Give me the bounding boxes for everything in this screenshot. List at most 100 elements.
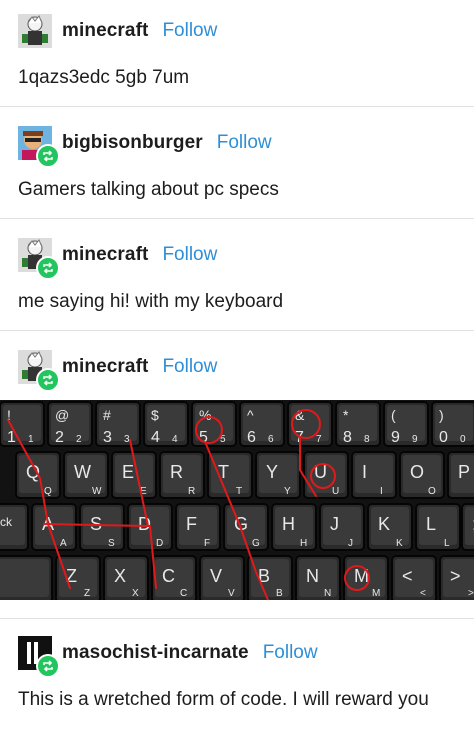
key-label: N	[306, 566, 319, 586]
key-label: 8	[343, 429, 352, 446]
divider	[0, 218, 474, 219]
key-x: XX	[103, 555, 149, 603]
key-label: D	[138, 514, 151, 534]
key-label: 7	[316, 434, 322, 445]
avatar[interactable]	[18, 126, 60, 168]
divider	[0, 330, 474, 331]
key-v: VV	[199, 555, 245, 603]
post-header: minecraft Follow	[18, 350, 217, 392]
key-label: @	[55, 407, 69, 423]
key-label: H	[300, 538, 307, 549]
key-label: *	[343, 407, 349, 423]
key-k: KK	[367, 503, 413, 551]
key-label: M	[354, 566, 369, 586]
key-label: 1	[28, 434, 34, 445]
post-text: This is a wretched form of code. I will …	[18, 689, 429, 710]
key-label: L	[426, 514, 436, 534]
key-label: N	[324, 588, 331, 599]
key-label: T	[236, 486, 242, 497]
follow-button[interactable]: Follow	[263, 642, 318, 664]
key-label: F	[204, 538, 210, 549]
key-label: 8	[364, 434, 370, 445]
key-label: C	[180, 588, 187, 599]
key-label: 6	[247, 429, 256, 446]
key-label: F	[186, 514, 197, 534]
key-7: &7 7	[287, 401, 333, 447]
keyboard-image: !1 1@2 2#3 3$4 4%5 5^6 6&7 7*8 8(9 9)0 0QQWWEERRTT…	[0, 401, 474, 603]
key-3: #3 3	[95, 401, 141, 447]
key-w: WW	[63, 451, 109, 499]
key-p: PP	[447, 451, 474, 499]
avatar[interactable]	[18, 14, 52, 48]
key-6: ^ 6 6	[239, 401, 285, 447]
key-label: W	[92, 486, 102, 497]
key-label: 0	[439, 429, 448, 446]
follow-button[interactable]: Follow	[162, 20, 217, 42]
key-comma: <<	[391, 555, 437, 603]
avatar[interactable]	[18, 238, 60, 280]
reblog-icon	[36, 654, 60, 678]
key-semicolon: ;;	[461, 503, 474, 551]
key-s: SS	[79, 503, 125, 551]
divider	[0, 106, 474, 107]
key-label: Y	[266, 462, 278, 482]
divider	[0, 618, 474, 619]
username[interactable]: minecraft	[62, 20, 148, 42]
key-m: MM	[343, 555, 389, 603]
key-label: 2	[55, 429, 64, 446]
reblog-icon	[36, 368, 60, 392]
key-period: > >	[439, 555, 474, 603]
post-text: Gamers talking about pc specs	[18, 179, 279, 200]
key-label: H	[282, 514, 295, 534]
avatar[interactable]	[18, 350, 60, 392]
key-label: V	[210, 566, 222, 586]
key-label: L	[444, 538, 450, 549]
key-label: >	[468, 588, 474, 599]
follow-button[interactable]: Follow	[162, 244, 217, 266]
key-label: 4	[172, 434, 178, 445]
key-label: D	[156, 538, 163, 549]
key-shift	[0, 555, 53, 603]
key-label: M	[372, 588, 380, 599]
key-f: FF	[175, 503, 221, 551]
key-label: ^	[247, 407, 254, 423]
key-r: RR	[159, 451, 205, 499]
key-8: * 8 8	[335, 401, 381, 447]
key-label: O	[428, 486, 436, 497]
key-4: $4 4	[143, 401, 189, 447]
username[interactable]: minecraft	[62, 244, 148, 266]
key-label: 3	[124, 434, 130, 445]
key-label: I	[380, 486, 383, 497]
avatar[interactable]	[18, 636, 60, 678]
key-label: <	[420, 588, 426, 599]
key-label: Q	[44, 486, 52, 497]
key-1: !1 1	[0, 401, 45, 447]
follow-button[interactable]: Follow	[162, 356, 217, 378]
key-label: 6	[268, 434, 274, 445]
username[interactable]: bigbisonburger	[62, 132, 203, 154]
follow-button[interactable]: Follow	[217, 132, 272, 154]
key-label: 9	[412, 434, 418, 445]
key-label: S	[108, 538, 115, 549]
key-l: LL	[415, 503, 461, 551]
keyboard-photo: ! 1 1 @2 2 #3 3 $4 4% 5 5 ^ 6 6 & 7 7 * 8 8(9 9) 0 0 Q Q W W E E R R T T…	[0, 400, 474, 603]
key-b: BB	[247, 555, 293, 603]
key-label: X	[114, 566, 126, 586]
key-label: #	[103, 407, 111, 423]
post-header: bigbisonburger Follow	[18, 126, 272, 168]
key-label: V	[228, 588, 235, 599]
key-label: G	[252, 538, 260, 549]
key-label: >	[450, 566, 461, 586]
key-label: 2	[76, 434, 82, 445]
key-label: B	[276, 588, 283, 599]
key-label: <	[402, 566, 413, 586]
key-label: ck	[0, 515, 13, 529]
key-label: 9	[391, 429, 400, 446]
key-o: OO	[399, 451, 445, 499]
key-i: II	[351, 451, 397, 499]
post-header: minecraft Follow	[18, 238, 217, 280]
key-caps-lock: ck	[0, 503, 29, 551]
reblog-icon	[36, 144, 60, 168]
username[interactable]: minecraft	[62, 356, 148, 378]
username[interactable]: masochist-incarnate	[62, 642, 249, 664]
